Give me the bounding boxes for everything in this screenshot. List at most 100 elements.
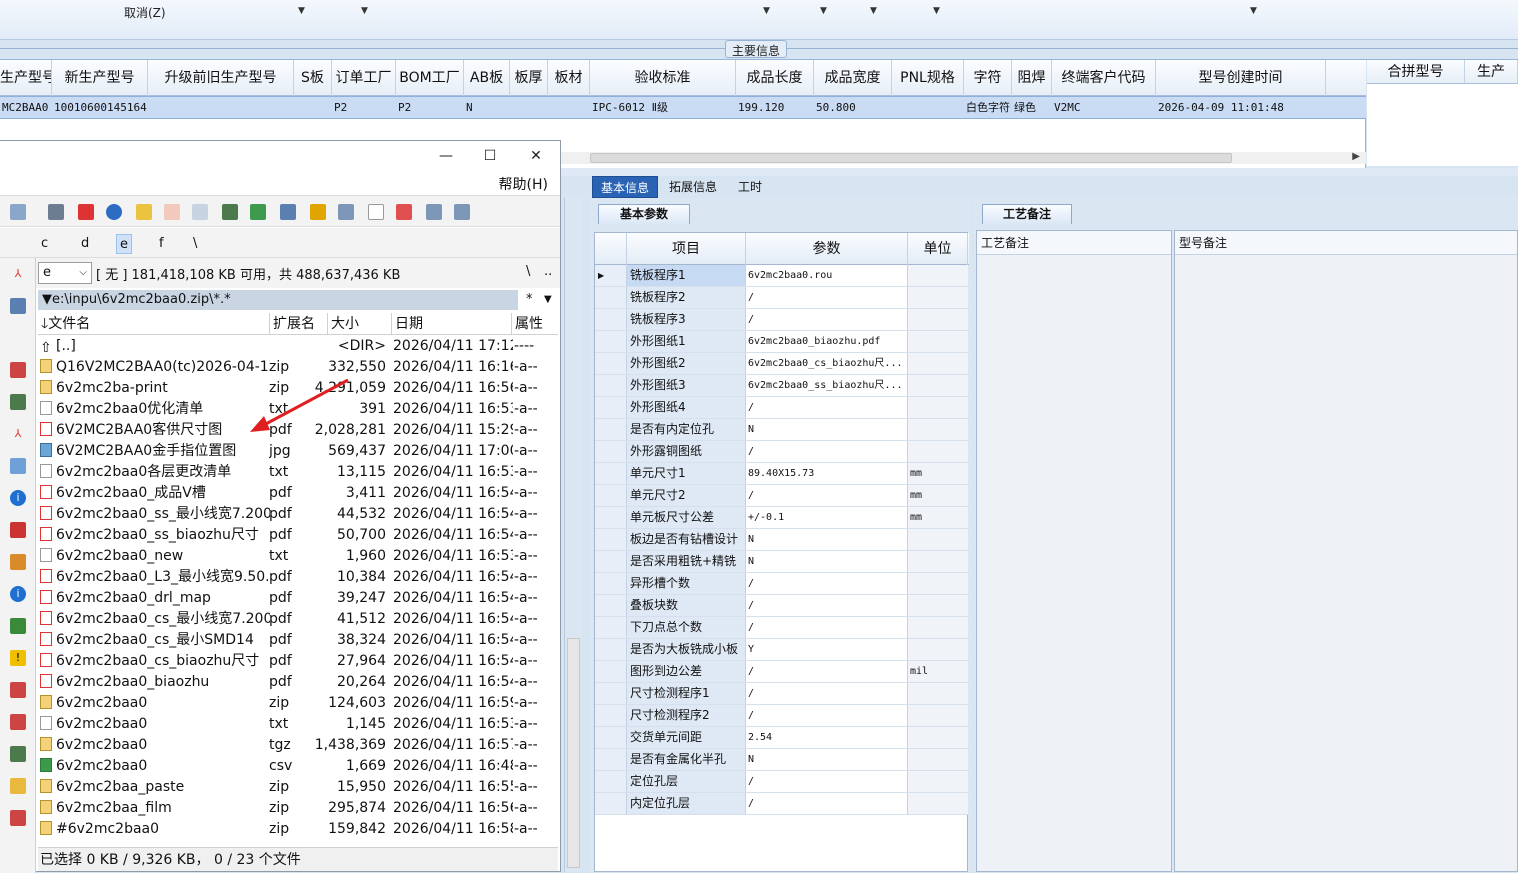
dropdown-arrow-icon[interactable]: ▼ — [361, 6, 368, 16]
param-value[interactable]: N — [746, 419, 908, 440]
shield-icon[interactable] — [10, 618, 26, 634]
param-unit[interactable] — [908, 639, 968, 660]
param-value[interactable]: 6v2mc2baa0_biaozhu.pdf — [746, 331, 908, 352]
printer-icon[interactable] — [192, 204, 208, 220]
table-row[interactable]: 图形到边公差 / mil — [595, 661, 969, 683]
table-row[interactable]: 是否为大板铣成小板 Y — [595, 639, 969, 661]
column-header[interactable]: 字符 — [964, 60, 1012, 96]
list-item[interactable]: 6v2mc2baa0_ss_biaozhu尺寸 pdf 50,700 2026/04/… — [38, 525, 558, 546]
param-unit[interactable] — [908, 375, 968, 396]
model-notes-field[interactable]: 型号备注 — [1174, 230, 1518, 872]
param-value[interactable]: / — [746, 287, 908, 308]
list-item[interactable]: 6V2MC2BAA0金手指位置图 jpg 569,437 2026/04/11 17:… — [38, 441, 558, 462]
column-header[interactable]: 阻焊 — [1012, 60, 1052, 96]
param-unit[interactable] — [908, 397, 968, 418]
table-row[interactable]: 外形露铜图纸 / — [595, 441, 969, 463]
param-unit[interactable] — [908, 419, 968, 440]
scroll-right-icon[interactable]: ▶ — [1352, 151, 1360, 162]
cancel-label[interactable]: 取消(Z) — [124, 4, 166, 21]
param-value[interactable]: 89.40X15.73 — [746, 463, 908, 484]
table-row[interactable]: ▶ 铣板程序1 6v2mc2baa0.rou — [595, 265, 969, 287]
splitter[interactable] — [560, 168, 1518, 176]
drive-d[interactable]: d — [78, 234, 92, 254]
param-value[interactable]: / — [746, 485, 908, 506]
list-item[interactable]: 6v2mc2baa0_drl_map pdf 39,247 2026/04/11 16… — [38, 588, 558, 609]
param-unit[interactable] — [908, 309, 968, 330]
column-header[interactable]: 板厚 — [510, 60, 548, 96]
table-row[interactable]: 尺寸检测程序2/ — [595, 705, 969, 727]
table-row[interactable]: 单元板尺寸公差 +/-0.1 mm — [595, 507, 969, 529]
param-value[interactable]: / — [746, 595, 908, 616]
table-row[interactable]: 铣板程序2/ — [595, 287, 969, 309]
drive-f[interactable]: f — [156, 234, 167, 254]
column-header[interactable]: 升级前旧生产型号 — [148, 60, 294, 96]
folder-icon[interactable] — [10, 778, 26, 794]
list-item[interactable]: 6v2mc2baa0 zip 124,603 2026/04/11 16:59 -a-- — [38, 693, 558, 714]
delete-icon[interactable] — [10, 522, 26, 538]
table-row[interactable]: MC2BAA0 10010600145164 P2 P2 N IPC-6012 Ⅱ级 199… — [0, 96, 1366, 119]
column-header[interactable]: 订单工厂 — [332, 60, 396, 96]
column-header[interactable]: 验收标准 — [590, 60, 736, 96]
column-header[interactable]: BOM工厂 — [396, 60, 464, 96]
table-row[interactable]: 叠板块数 / — [595, 595, 969, 617]
column-header[interactable]: 成品宽度 — [814, 60, 892, 96]
param-value[interactable]: / — [746, 309, 908, 330]
param-unit[interactable] — [908, 595, 968, 616]
dropdown-arrow-icon[interactable]: ▼ — [298, 6, 305, 16]
param-value[interactable]: N — [746, 529, 908, 550]
database-icon[interactable] — [280, 204, 296, 220]
list-item[interactable]: 6v2mc2baa_film zip 295,874 2026/04/11 16:56… — [38, 798, 558, 819]
param-value[interactable]: 6v2mc2baa0.rou — [746, 265, 908, 286]
dropdown-arrow-icon[interactable]: ▼ — [870, 6, 877, 16]
column-header[interactable]: 终端客户代码 — [1052, 60, 1156, 96]
printer-icon[interactable] — [10, 810, 26, 826]
spreadsheet-icon[interactable] — [250, 204, 266, 220]
list-item[interactable]: 6v2mc2baa0_new txt 1,960 2026/04/11 16:53 -a… — [38, 546, 558, 567]
maximize-icon[interactable]: ☐ — [478, 145, 502, 167]
param-value[interactable]: / — [746, 661, 908, 682]
param-unit[interactable]: mil — [908, 661, 968, 682]
list-item[interactable]: ⇧ [..] <DIR> 2026/04/11 17:12 ---- — [38, 336, 558, 357]
param-unit[interactable] — [908, 793, 968, 814]
list-item[interactable]: 6v2mc2baa_paste zip 15,950 2026/04/11 16:55… — [38, 777, 558, 798]
list-item[interactable]: 6v2mc2baa0 csv 1,669 2026/04/11 16:48 -a-- — [38, 756, 558, 777]
column-header[interactable]: PNL规格 — [892, 60, 964, 96]
acrobat-icon[interactable] — [396, 204, 412, 220]
table-row[interactable]: 交货单元间距 2.54 — [595, 727, 969, 749]
scrollbar-thumb[interactable] — [590, 153, 1232, 163]
globe-icon[interactable] — [106, 204, 122, 220]
param-value[interactable]: / — [746, 793, 908, 814]
document-icon[interactable] — [164, 204, 180, 220]
param-unit[interactable] — [908, 551, 968, 572]
param-unit[interactable]: mm — [908, 485, 968, 506]
param-value[interactable]: / — [746, 573, 908, 594]
column-header[interactable]: S板 — [294, 60, 332, 96]
table-row[interactable]: 外形图纸2 6v2mc2baa0_cs_biaozhu尺... — [595, 353, 969, 375]
table-row[interactable]: 是否有金属化半孔 N — [595, 749, 969, 771]
param-unit[interactable] — [908, 529, 968, 550]
column-header[interactable]: 型号创建时间 — [1156, 60, 1326, 96]
tab-process-notes[interactable]: 工艺备注 — [982, 204, 1072, 224]
parent-button[interactable]: .. — [544, 264, 552, 279]
window-icon[interactable] — [10, 298, 26, 314]
menu-help[interactable]: 帮助(H) — [499, 174, 548, 194]
window-icon[interactable] — [426, 204, 442, 220]
printer-icon[interactable] — [10, 682, 26, 698]
param-value[interactable]: / — [746, 683, 908, 704]
table-row[interactable]: 是否有内定位孔 N — [595, 419, 969, 441]
list-item[interactable]: 6v2mc2baa0_cs_最小线宽7.200 pdf 41,512 2026/04/… — [38, 609, 558, 630]
filter-button[interactable]: * — [526, 290, 533, 310]
root-button[interactable]: \ — [526, 264, 530, 279]
table-row[interactable]: 内定位孔层 / — [595, 793, 969, 815]
list-item[interactable]: 6v2mc2baa0各层更改清单 txt 13,115 2026/04/11 16:5… — [38, 462, 558, 483]
table-row[interactable]: 板边是否有钻槽设计 N — [595, 529, 969, 551]
horizontal-scrollbar[interactable]: ▶ — [560, 151, 1366, 164]
param-value[interactable]: 6v2mc2baa0_cs_biaozhu尺... — [746, 353, 908, 374]
column-header[interactable]: AB板 — [464, 60, 510, 96]
drive-select[interactable]: e ⌵ — [38, 262, 92, 284]
users-icon[interactable] — [10, 746, 26, 762]
param-unit[interactable] — [908, 749, 968, 770]
param-unit[interactable]: mm — [908, 463, 968, 484]
tab-basic-info[interactable]: 基本信息 — [592, 176, 659, 198]
tab-extended-info[interactable]: 拓展信息 — [661, 176, 725, 198]
